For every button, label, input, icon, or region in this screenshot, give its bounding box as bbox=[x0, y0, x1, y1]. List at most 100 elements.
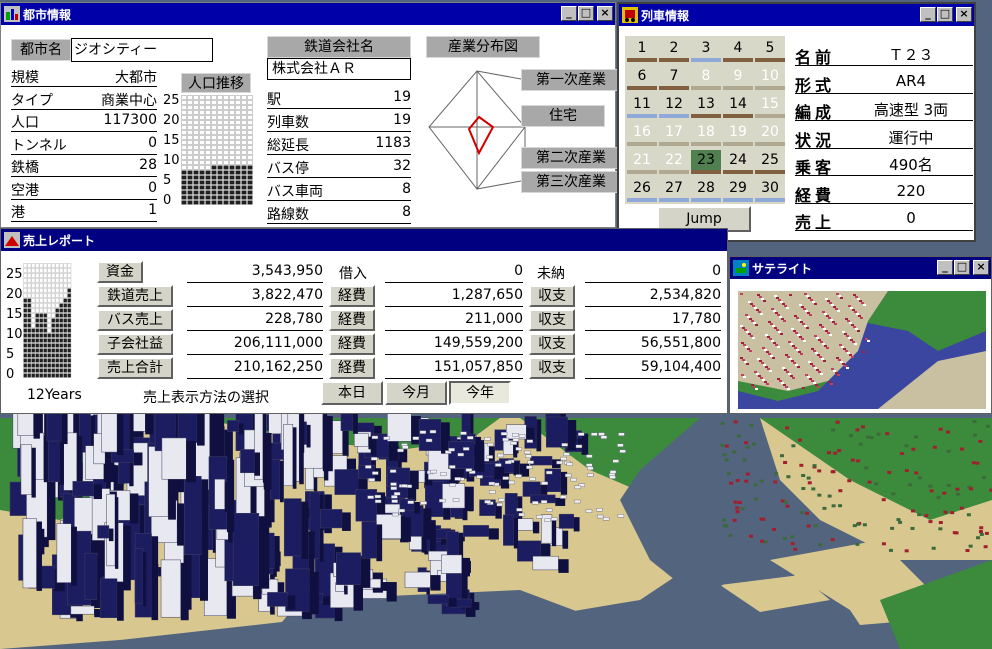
train-cell[interactable]: 11 bbox=[627, 94, 657, 118]
satellite-titlebar[interactable]: サテライト _ □ × bbox=[730, 257, 991, 279]
train-cell[interactable]: 13 bbox=[691, 94, 721, 118]
satellite-title: サテライト bbox=[752, 261, 813, 276]
city-stat-label: トンネル bbox=[11, 135, 71, 155]
industry-map-button[interactable]: 産業分布図 bbox=[426, 36, 540, 58]
city-info-titlebar[interactable]: 都市情報 _ □ × bbox=[1, 3, 615, 25]
industry-label: 住宅 bbox=[521, 105, 605, 127]
train-cell[interactable]: 23 bbox=[691, 150, 721, 174]
city-stat-value: 大都市 bbox=[71, 67, 157, 87]
city-name-field[interactable]: ジオシティー bbox=[71, 38, 213, 62]
sales-axis-tick: 5 bbox=[6, 347, 15, 362]
sales-mid-label[interactable]: 経費 bbox=[329, 333, 375, 355]
train-cell[interactable]: 29 bbox=[723, 178, 753, 202]
close-button[interactable]: × bbox=[597, 6, 613, 21]
satellite-map[interactable] bbox=[738, 291, 986, 409]
city-stat-value: 1 bbox=[71, 202, 157, 222]
train-info-titlebar[interactable]: 列車情報 _ □ × bbox=[619, 4, 974, 26]
sales-report-titlebar[interactable]: 売上レポート bbox=[1, 229, 727, 251]
train-cell[interactable]: 1 bbox=[627, 38, 657, 62]
train-field-underline bbox=[795, 92, 973, 94]
train-field-underline bbox=[795, 65, 973, 66]
sales-right-label[interactable]: 収支 bbox=[529, 333, 575, 355]
period-button[interactable]: 本日 bbox=[321, 381, 383, 405]
train-info-title: 列車情報 bbox=[641, 8, 690, 23]
sales-mid-label[interactable]: 経費 bbox=[329, 285, 375, 307]
city-stat-label: 鉄橋 bbox=[11, 157, 71, 177]
sales-report-title: 売上レポート bbox=[23, 233, 96, 248]
train-cell[interactable]: 2 bbox=[659, 38, 689, 62]
sales-row-value: 206,111,000 bbox=[187, 335, 323, 355]
maximize-button[interactable]: □ bbox=[954, 260, 970, 275]
train-cell[interactable]: 14 bbox=[723, 94, 753, 118]
train-cell[interactable]: 28 bbox=[691, 178, 721, 202]
city-stat-value: 0 bbox=[71, 135, 157, 155]
population-axis-tick: 15 bbox=[163, 133, 180, 148]
sales-row-label[interactable]: 売上合計 bbox=[97, 357, 173, 379]
train-field-value: AR4 bbox=[895, 71, 927, 90]
train-cell[interactable]: 18 bbox=[691, 122, 721, 146]
train-cell[interactable]: 26 bbox=[627, 178, 657, 202]
sales-right-label[interactable]: 収支 bbox=[529, 309, 575, 331]
sales-right-value: 2,534,820 bbox=[585, 287, 721, 307]
minimize-button[interactable]: _ bbox=[561, 6, 577, 21]
period-button[interactable]: 今年 bbox=[449, 381, 511, 405]
close-button[interactable]: × bbox=[956, 7, 972, 22]
train-cell[interactable]: 24 bbox=[723, 150, 753, 174]
sales-axis-tick: 25 bbox=[6, 267, 23, 282]
train-cell[interactable]: 12 bbox=[659, 94, 689, 118]
sales-right-label[interactable]: 収支 bbox=[529, 285, 575, 307]
close-button[interactable]: × bbox=[973, 260, 989, 275]
train-cell[interactable]: 16 bbox=[627, 122, 657, 146]
maximize-button[interactable]: □ bbox=[578, 6, 594, 21]
train-cell[interactable]: 17 bbox=[659, 122, 689, 146]
minimize-button[interactable]: _ bbox=[937, 260, 953, 275]
train-field-value: Ｔ２３ bbox=[888, 46, 934, 64]
train-cell[interactable]: 8 bbox=[691, 66, 721, 90]
selection-label: 売上表示方法の選択 bbox=[143, 390, 269, 406]
population-axis-tick: 5 bbox=[163, 173, 172, 188]
sales-mid-label[interactable]: 経費 bbox=[329, 309, 375, 331]
population-chart-label: 人口推移 bbox=[181, 73, 251, 93]
train-cell[interactable]: 3 bbox=[691, 38, 721, 62]
sales-chart bbox=[23, 263, 73, 381]
population-axis-tick: 0 bbox=[163, 193, 172, 208]
population-axis-tick: 25 bbox=[163, 93, 180, 108]
train-cell[interactable]: 5 bbox=[755, 38, 785, 62]
industry-label: 第三次産業 bbox=[521, 171, 621, 193]
sales-right-value: 59,104,400 bbox=[585, 359, 721, 379]
train-cell[interactable]: 25 bbox=[755, 150, 785, 174]
population-chart bbox=[181, 95, 253, 207]
period-button[interactable]: 今月 bbox=[385, 381, 447, 405]
sales-row-label[interactable]: 子会社益 bbox=[97, 333, 173, 355]
company-stat-label: バス車両 bbox=[267, 181, 337, 201]
train-cell[interactable]: 4 bbox=[723, 38, 753, 62]
sales-row-label[interactable]: 資金 bbox=[97, 261, 143, 283]
train-cell[interactable]: 30 bbox=[755, 178, 785, 202]
train-cell[interactable]: 7 bbox=[659, 66, 689, 90]
sales-mid-label[interactable]: 経費 bbox=[329, 357, 375, 379]
train-cell[interactable]: 9 bbox=[723, 66, 753, 90]
sales-mid-value: 0 bbox=[385, 263, 523, 283]
industry-radar-shape bbox=[467, 115, 495, 156]
train-cell[interactable]: 21 bbox=[627, 150, 657, 174]
train-cell[interactable]: 19 bbox=[723, 122, 753, 146]
train-cell[interactable]: 22 bbox=[659, 150, 689, 174]
maximize-button[interactable]: □ bbox=[937, 7, 953, 22]
sales-row-label[interactable]: 鉄道売上 bbox=[97, 285, 173, 307]
sales-row-value: 228,780 bbox=[187, 311, 323, 331]
city-stat-label: タイプ bbox=[11, 90, 71, 110]
sales-axis-tick: 10 bbox=[6, 327, 23, 342]
train-info-window: 列車情報 _ □ × 1 2 3 4 5 6 7 8 9 10 11 12 13 14 15 16 17 18 19… bbox=[617, 2, 976, 242]
train-cell[interactable]: 10 bbox=[755, 66, 785, 90]
train-field-value: 220 bbox=[896, 181, 926, 200]
train-cell[interactable]: 6 bbox=[627, 66, 657, 90]
train-cell[interactable]: 15 bbox=[755, 94, 785, 118]
minimize-button[interactable]: _ bbox=[920, 7, 936, 22]
train-cell[interactable]: 20 bbox=[755, 122, 785, 146]
sales-row-value: 3,543,950 bbox=[187, 263, 323, 283]
company-stat-value: 8 bbox=[337, 204, 411, 224]
train-field-underline bbox=[795, 202, 973, 204]
sales-row-label[interactable]: バス売上 bbox=[97, 309, 173, 331]
train-cell[interactable]: 27 bbox=[659, 178, 689, 202]
sales-right-label[interactable]: 収支 bbox=[529, 357, 575, 379]
